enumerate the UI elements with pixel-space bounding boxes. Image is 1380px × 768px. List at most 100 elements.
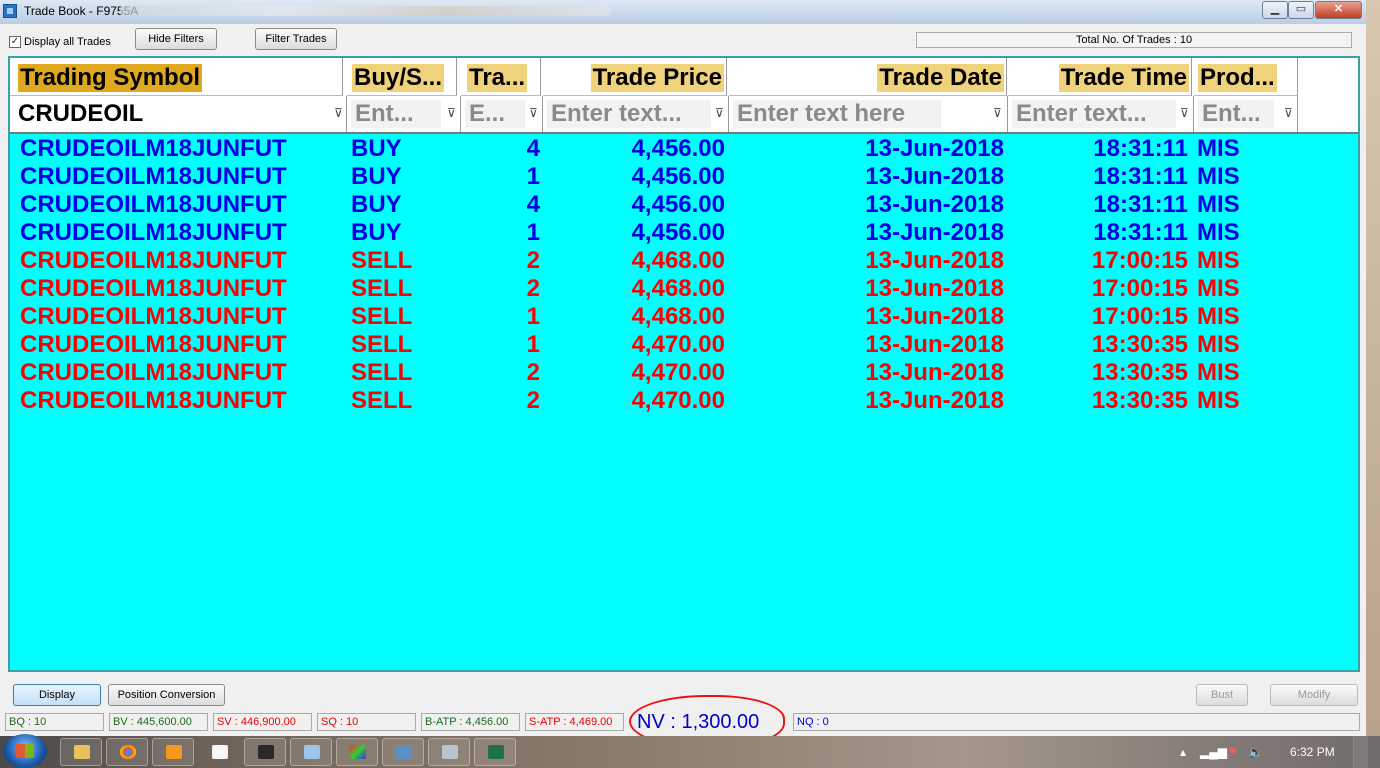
excel-icon xyxy=(488,745,504,759)
cell-trade-price: 4,456.00 xyxy=(631,135,725,162)
filter-input-trade-qty[interactable]: E... xyxy=(465,100,525,128)
position-conversion-button[interactable]: Position Conversion xyxy=(108,684,225,706)
close-button[interactable]: ✕ xyxy=(1315,1,1362,19)
trade-book-window: ✓ Display all Trades Hide Filters Filter… xyxy=(0,24,1366,736)
taskbar-window[interactable] xyxy=(290,738,332,766)
toolbar: ✓ Display all Trades Hide Filters Filter… xyxy=(0,24,1366,56)
table-row[interactable]: CRUDEOILM18JUNFUT SELL 1 4,468.00 13-Jun-201… xyxy=(10,302,1358,330)
cell-trade-price: 4,470.00 xyxy=(631,359,725,386)
filter-trade-qty[interactable]: E... ⊽ xyxy=(461,96,543,132)
cell-trade-price: 4,468.00 xyxy=(631,247,725,274)
cell-trade-time: 18:31:11 xyxy=(1093,135,1188,162)
filter-input-trade-date[interactable]: Enter text here xyxy=(733,100,941,128)
table-row[interactable]: CRUDEOILM18JUNFUT SELL 2 4,468.00 13-Jun-201… xyxy=(10,274,1358,302)
taskbar-trading-app[interactable] xyxy=(244,738,286,766)
cell-trading-symbol: CRUDEOILM18JUNFUT xyxy=(20,275,287,302)
filter-input-trade-time[interactable]: Enter text... xyxy=(1012,100,1176,128)
minimize-button[interactable]: ▁ xyxy=(1262,1,1288,19)
maximize-button[interactable]: ▭ xyxy=(1288,1,1314,19)
tray-arrow-icon[interactable]: ▴ xyxy=(1180,745,1186,759)
trades-grid[interactable]: Trading Symbol Buy/S... Tra... Trade Pri… xyxy=(8,56,1360,672)
total-trades-count: Total No. Of Trades : 10 xyxy=(916,32,1352,48)
cell-trade-time: 18:31:11 xyxy=(1093,191,1188,218)
table-row[interactable]: CRUDEOILM18JUNFUT SELL 1 4,470.00 13-Jun-201… xyxy=(10,330,1358,358)
column-header-trading-symbol[interactable]: Trading Symbol xyxy=(10,58,343,96)
modify-button[interactable]: Modify xyxy=(1270,684,1358,706)
column-header-product[interactable]: Prod... xyxy=(1194,58,1298,96)
column-header-trade-date[interactable]: Trade Date xyxy=(729,58,1007,96)
filter-funnel-icon[interactable]: ⊽ xyxy=(529,107,539,119)
show-desktop-button[interactable] xyxy=(1353,736,1368,768)
status-b-atp: B-ATP : 4,456.00 xyxy=(421,713,520,731)
cell-trading-symbol: CRUDEOILM18JUNFUT xyxy=(20,135,287,162)
table-row[interactable]: CRUDEOILM18JUNFUT SELL 2 4,468.00 13-Jun-201… xyxy=(10,246,1358,274)
taskbar-excel[interactable] xyxy=(474,738,516,766)
cell-trade-price: 4,468.00 xyxy=(631,275,725,302)
grid-header: Trading Symbol Buy/S... Tra... Trade Pri… xyxy=(10,58,1358,96)
cell-trade-time: 17:00:15 xyxy=(1091,275,1188,302)
filter-funnel-icon[interactable]: ⊽ xyxy=(1284,107,1294,119)
taskbar-calculator[interactable] xyxy=(428,738,470,766)
filter-trade-price[interactable]: Enter text... ⊽ xyxy=(543,96,729,132)
table-row[interactable]: CRUDEOILM18JUNFUT BUY 4 4,456.00 13-Jun-2018… xyxy=(10,134,1358,162)
filter-input-buy-sell[interactable]: Ent... xyxy=(351,100,441,128)
taskbar-app[interactable] xyxy=(382,738,424,766)
cell-trade-qty: 1 xyxy=(526,331,540,358)
hide-filters-button[interactable]: Hide Filters xyxy=(135,28,217,50)
column-header-trade-qty[interactable]: Tra... xyxy=(461,58,541,96)
table-row[interactable]: CRUDEOILM18JUNFUT SELL 2 4,470.00 13-Jun-201… xyxy=(10,358,1358,386)
filter-input-trade-price[interactable]: Enter text... xyxy=(547,100,711,128)
filter-input-trading-symbol[interactable]: CRUDEOIL xyxy=(14,100,318,128)
volume-icon[interactable]: 🔈 xyxy=(1248,745,1263,759)
app-icon xyxy=(396,745,412,759)
folder-icon xyxy=(74,745,90,759)
network-icon[interactable]: ▂▄▆ xyxy=(1200,745,1227,759)
cell-trade-date: 13-Jun-2018 xyxy=(865,275,1004,302)
filter-funnel-icon[interactable]: ⊽ xyxy=(447,107,457,119)
filter-funnel-icon[interactable]: ⊽ xyxy=(334,107,344,119)
cell-trade-date: 13-Jun-2018 xyxy=(865,219,1004,246)
taskbar: ▴ ▂▄▆ ⚑ 🔈 6:32 PM xyxy=(0,734,1380,768)
table-row[interactable]: CRUDEOILM18JUNFUT BUY 1 4,456.00 13-Jun-2018… xyxy=(10,218,1358,246)
desktop-edge xyxy=(1366,0,1380,736)
taskbar-chrome[interactable] xyxy=(106,738,148,766)
filter-buy-sell[interactable]: Ent... ⊽ xyxy=(347,96,461,132)
cell-trade-time: 13:30:35 xyxy=(1091,331,1188,358)
column-label-trade-time: Trade Time xyxy=(1058,64,1189,92)
column-header-buy-sell[interactable]: Buy/S... xyxy=(347,58,457,96)
cell-trade-date: 13-Jun-2018 xyxy=(865,331,1004,358)
filter-product[interactable]: Ent... ⊽ xyxy=(1194,96,1298,132)
cell-trading-symbol: CRUDEOILM18JUNFUT xyxy=(20,191,287,218)
cell-product: MIS xyxy=(1197,163,1240,190)
taskbar-notepad[interactable] xyxy=(198,738,240,766)
filter-funnel-icon[interactable]: ⊽ xyxy=(993,107,1003,119)
cell-product: MIS xyxy=(1197,219,1240,246)
cell-trading-symbol: CRUDEOILM18JUNFUT xyxy=(20,359,287,386)
taskbar-explorer[interactable] xyxy=(60,738,102,766)
action-center-icon[interactable]: ⚑ xyxy=(1227,745,1238,759)
column-header-trade-time[interactable]: Trade Time xyxy=(1008,58,1192,96)
table-row[interactable]: CRUDEOILM18JUNFUT BUY 1 4,456.00 13-Jun-2018… xyxy=(10,162,1358,190)
filter-trades-button[interactable]: Filter Trades xyxy=(255,28,337,50)
taskbar-clock[interactable]: 6:32 PM xyxy=(1290,745,1335,759)
display-button[interactable]: Display xyxy=(13,684,101,706)
cell-product: MIS xyxy=(1197,247,1240,274)
cell-product: MIS xyxy=(1197,331,1240,358)
table-row[interactable]: CRUDEOILM18JUNFUT SELL 2 4,470.00 13-Jun-201… xyxy=(10,386,1358,414)
taskbar-paint[interactable] xyxy=(336,738,378,766)
filter-trade-date[interactable]: Enter text here ⊽ xyxy=(729,96,1008,132)
display-all-checkbox[interactable]: ✓ xyxy=(9,36,21,48)
bust-button[interactable]: Bust xyxy=(1196,684,1248,706)
filter-input-product[interactable]: Ent... xyxy=(1198,100,1274,128)
filter-trade-time[interactable]: Enter text... ⊽ xyxy=(1008,96,1194,132)
filter-funnel-icon[interactable]: ⊽ xyxy=(1180,107,1190,119)
status-sq: SQ : 10 xyxy=(317,713,416,731)
filter-funnel-icon[interactable]: ⊽ xyxy=(715,107,725,119)
display-all-label[interactable]: Display all Trades xyxy=(24,36,111,48)
cell-trade-qty: 1 xyxy=(526,303,540,330)
table-row[interactable]: CRUDEOILM18JUNFUT BUY 4 4,456.00 13-Jun-2018… xyxy=(10,190,1358,218)
start-button[interactable] xyxy=(3,734,47,768)
taskbar-media-player[interactable] xyxy=(152,738,194,766)
column-header-trade-price[interactable]: Trade Price xyxy=(543,58,727,96)
filter-trading-symbol[interactable]: CRUDEOIL ⊽ xyxy=(10,96,347,132)
